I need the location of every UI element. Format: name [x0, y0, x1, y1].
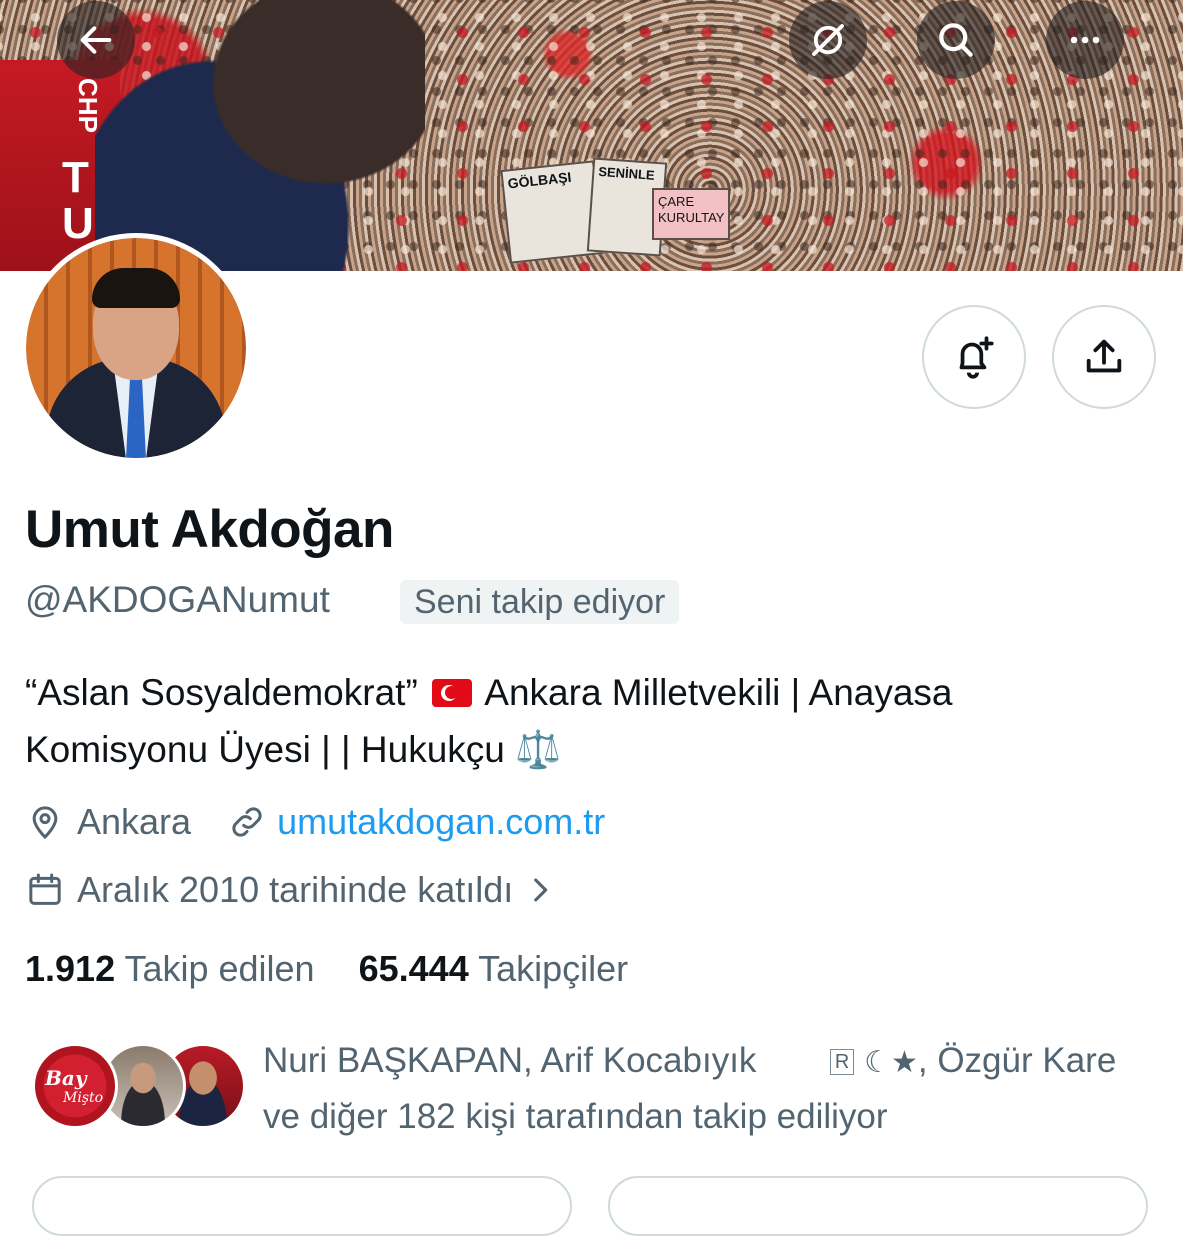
- follows-you-badge: Seni takip ediyor: [400, 580, 680, 624]
- followed-by-text[interactable]: Nuri BAŞKAPAN, Arif Kocabıyık R ☾★, Özgü…: [263, 1034, 1163, 1144]
- profile-joined-row[interactable]: Aralık 2010 tarihinde katıldı: [25, 868, 557, 912]
- turkey-flag-icon: [432, 679, 473, 707]
- notifications-button[interactable]: [922, 305, 1026, 409]
- followers-label: Takipçiler: [478, 948, 629, 989]
- profile-name: Umut Akdoğan: [25, 500, 394, 559]
- following-label: Takip edilen: [124, 948, 315, 989]
- more-horizontal-icon: [1070, 36, 1100, 44]
- banner-sign-tu: TU: [62, 153, 94, 248]
- more-button[interactable]: [1046, 1, 1124, 79]
- chevron-right-icon: [534, 878, 548, 902]
- profile-website-link[interactable]: umutakdogan.com.tr: [277, 800, 605, 844]
- share-icon: [1086, 339, 1122, 373]
- grok-icon: [812, 24, 844, 56]
- followers-count: 65.444: [358, 948, 469, 989]
- profile-meta-location-row: Ankara umutakdogan.com.tr: [25, 800, 605, 844]
- profile-avatar[interactable]: [21, 233, 251, 463]
- back-button[interactable]: [57, 1, 135, 79]
- link-icon: [232, 807, 262, 837]
- profile-location: Ankara: [77, 801, 192, 842]
- emoji-badge: R: [829, 1049, 855, 1075]
- profile-banner[interactable]: CHP TU GÖLBAŞI SENİNLE ÇARE KURULTAY: [0, 0, 1183, 271]
- arrow-left-icon: [80, 26, 112, 54]
- following-link[interactable]: 1.912 Takip edilen: [25, 948, 325, 989]
- location-pin-icon: [32, 806, 58, 840]
- message-button[interactable]: [608, 1176, 1148, 1236]
- crescent-star-icon: ☾★: [864, 1046, 918, 1079]
- profile-stats: 1.912 Takip edilen 65.444 Takipçiler: [25, 947, 628, 991]
- banner-person: [95, 0, 425, 271]
- profile-bio: “Aslan Sosyaldemokrat” Ankara Milletveki…: [25, 664, 1145, 778]
- follow-button[interactable]: [32, 1176, 572, 1236]
- profile-joined-date: Aralık 2010 tarihinde katıldı: [77, 869, 514, 910]
- calendar-icon: [29, 873, 61, 905]
- follower-avatar[interactable]: Bay Mişto: [32, 1043, 118, 1129]
- following-count: 1.912: [25, 948, 116, 989]
- bell-plus-icon: [959, 336, 994, 379]
- profile-handle: @AKDOGANumut: [25, 579, 330, 620]
- scale-emoji-icon: ⚖️: [515, 729, 562, 770]
- banner-sign-care: ÇARE KURULTAY: [652, 188, 730, 240]
- followers-link[interactable]: 65.444 Takipçiler: [359, 948, 629, 989]
- avatar-photo: [26, 238, 246, 458]
- grok-button[interactable]: [789, 1, 867, 79]
- search-button[interactable]: [917, 1, 995, 79]
- bio-quote: “Aslan Sosyaldemokrat”: [25, 672, 418, 713]
- share-button[interactable]: [1052, 305, 1156, 409]
- search-icon: [939, 23, 973, 57]
